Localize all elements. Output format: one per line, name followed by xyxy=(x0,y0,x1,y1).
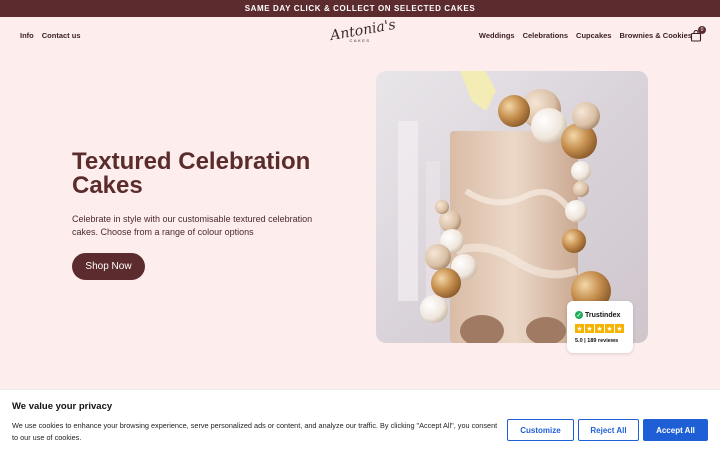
trust-header: ✓ Trustindex xyxy=(575,311,620,319)
site-header: Info Contact us Antonia's CAKES Weddings… xyxy=(0,17,720,55)
cookie-banner: We value your privacy We use cookies to … xyxy=(0,389,720,450)
nav-left: Info Contact us xyxy=(20,31,81,40)
star-icon: ★ xyxy=(575,324,584,333)
nav-item-weddings[interactable]: Weddings xyxy=(479,31,515,40)
hero-title: Textured Celebration Cakes xyxy=(72,148,311,199)
trust-name: Trustindex xyxy=(585,311,621,319)
cart-count-badge: 0 xyxy=(698,26,706,34)
announcement-bar: SAME DAY CLICK & COLLECT ON SELECTED CAK… xyxy=(0,0,720,17)
cart-button[interactable]: 0 xyxy=(690,26,706,42)
shop-now-button[interactable]: Shop Now xyxy=(72,253,145,280)
announcement-text: SAME DAY CLICK & COLLECT ON SELECTED CAK… xyxy=(244,4,476,13)
rating-stars: ★ ★ ★ ★ ★ xyxy=(575,324,624,333)
star-icon: ★ xyxy=(605,324,614,333)
star-icon: ★ xyxy=(585,324,594,333)
trust-score: 5.0 xyxy=(575,338,583,344)
hero-description: Celebrate in style with our customisable… xyxy=(72,214,313,237)
check-icon: ✓ xyxy=(575,311,583,319)
trust-reviews: 189 reviews xyxy=(587,338,619,344)
site-logo[interactable]: Antonia's CAKES xyxy=(329,17,397,51)
nav-item-info[interactable]: Info xyxy=(20,31,34,40)
trust-score-line: 5.0 | 189 reviews xyxy=(575,338,619,344)
nav-item-contact[interactable]: Contact us xyxy=(42,31,81,40)
reject-all-button[interactable]: Reject All xyxy=(578,419,639,441)
nav-item-brownies-cookies[interactable]: Brownies & Cookies xyxy=(619,31,692,40)
trustindex-badge[interactable]: ✓ Trustindex ★ ★ ★ ★ ★ 5.0 | 189 reviews xyxy=(567,301,633,353)
star-icon: ★ xyxy=(595,324,604,333)
customize-button[interactable]: Customize xyxy=(507,419,574,441)
accept-all-button[interactable]: Accept All xyxy=(643,419,708,441)
nav-item-celebrations[interactable]: Celebrations xyxy=(523,31,568,40)
star-icon: ★ xyxy=(615,324,624,333)
nav-right: Weddings Celebrations Cupcakes Brownies … xyxy=(479,31,692,40)
cookie-text: We use cookies to enhance your browsing … xyxy=(12,421,498,442)
cookie-title: We value your privacy xyxy=(12,401,113,412)
nav-item-cupcakes[interactable]: Cupcakes xyxy=(576,31,611,40)
